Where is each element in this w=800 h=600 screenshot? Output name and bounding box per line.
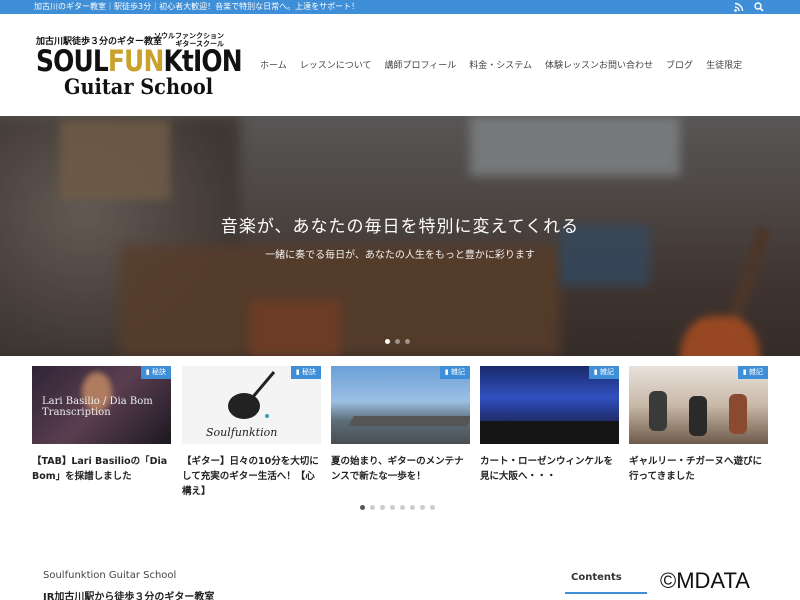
- watermark: ©MDATA: [660, 568, 750, 593]
- hero-subheading: 一緒に奏でる毎日が、あなたの人生をもっと豊かに彩ります: [265, 250, 535, 261]
- top-bar: 加古川のギター教室｜駅徒歩3分｜初心者大歓迎！音楽で特別な日常へ。上達をサポート…: [0, 0, 800, 14]
- rss-icon[interactable]: [734, 2, 744, 12]
- post-thumbnail[interactable]: Soulfunktion ▮ 秘訣: [182, 366, 321, 444]
- post-thumbnail[interactable]: Lari Basilio / Dia Bom Transcription ▮ 秘…: [32, 366, 171, 444]
- nav-item-lessons[interactable]: レッスンについて: [300, 58, 372, 71]
- post-card[interactable]: Soulfunktion ▮ 秘訣 【ギター】日々の10分を大切にして充実のギタ…: [182, 366, 321, 499]
- carousel-dot[interactable]: [430, 505, 435, 510]
- post-card[interactable]: Lari Basilio / Dia Bom Transcription ▮ 秘…: [32, 366, 171, 484]
- badge-label: 秘訣: [152, 368, 166, 376]
- site-name: Soulfunktion Guitar School: [43, 570, 177, 581]
- thumb-road: [348, 416, 470, 426]
- search-icon[interactable]: [754, 2, 764, 12]
- nav-item-trial-contact[interactable]: 体験レッスンお問い合わせ: [545, 58, 653, 71]
- nav-item-pricing[interactable]: 料金・システム: [469, 58, 532, 71]
- nav-item-students[interactable]: 生徒限定: [706, 58, 742, 71]
- logo-brand: SOULFUNKtION: [36, 44, 243, 78]
- post-thumbnail[interactable]: ▮ 雑記: [480, 366, 619, 444]
- nav-item-instructor[interactable]: 講師プロフィール: [384, 58, 456, 71]
- category-badge: ▮ 秘訣: [290, 366, 321, 379]
- hero-dot-1[interactable]: [385, 339, 390, 344]
- post-card[interactable]: ▮ 雑記 カート・ローゼンウィンケルを見に大阪へ・・・: [480, 366, 619, 484]
- post-title[interactable]: 【TAB】Lari Basilioの「Dia Bom」を採譜しました: [32, 454, 171, 484]
- carousel-dot[interactable]: [410, 505, 415, 510]
- post-thumbnail[interactable]: ▮ 雑記: [629, 366, 768, 444]
- site-tagline: 加古川のギター教室｜駅徒歩3分｜初心者大歓迎！音楽で特別な日常へ。上達をサポート…: [34, 2, 360, 11]
- thumb-crowd: [480, 421, 619, 444]
- post-title[interactable]: 夏の始まり、ギターのメンテナンスで新たな一歩を！: [331, 454, 470, 484]
- logo-brand-part-1: SOUL: [36, 44, 109, 78]
- main-nav: ホーム レッスンについて 講師プロフィール 料金・システム 体験レッスンお問い合…: [260, 58, 755, 71]
- badge-label: 雑記: [451, 368, 465, 376]
- badge-label: 雑記: [749, 368, 763, 376]
- carousel-dot[interactable]: [390, 505, 395, 510]
- thumb-text: Soulfunktion: [206, 426, 278, 439]
- carousel-dot[interactable]: [420, 505, 425, 510]
- logo-brand-part-3: KtION: [163, 44, 242, 78]
- carousel-pagination: [360, 505, 435, 510]
- thumb-person-3: [729, 394, 747, 434]
- carousel-dot[interactable]: [400, 505, 405, 510]
- carousel-dot[interactable]: [360, 505, 365, 510]
- hero-pagination: [385, 339, 410, 344]
- post-title[interactable]: ギャルリー・チガーヌへ遊びに行ってきました: [629, 454, 768, 484]
- site-description: JR加古川駅から徒歩３分のギター教室: [43, 592, 215, 600]
- category-badge: ▮ 雑記: [439, 366, 470, 379]
- post-title[interactable]: 【ギター】日々の10分を大切にして充実のギター生活へ！【心構え】: [182, 454, 321, 499]
- topbar-icons: [734, 0, 764, 14]
- hero-dot-2[interactable]: [395, 339, 400, 344]
- contents-heading: Contents: [565, 572, 647, 594]
- category-badge: ▮ 雑記: [737, 366, 768, 379]
- thumb-person-1: [649, 391, 667, 431]
- thumb-person-2: [689, 396, 707, 436]
- nav-item-home[interactable]: ホーム: [260, 58, 287, 71]
- site-header: 加古川駅徒歩３分のギター教室 ソウルファンクション ギタースクール SOULFU…: [0, 14, 800, 116]
- hero-heading: 音楽が、あなたの毎日を特別に変えてくれる: [220, 217, 580, 237]
- category-badge: ▮ 雑記: [588, 366, 619, 379]
- category-badge: ▮ 秘訣: [140, 366, 171, 379]
- site-logo[interactable]: 加古川駅徒歩３分のギター教室 ソウルファンクション ギタースクール SOULFU…: [30, 32, 243, 112]
- hero-dot-3[interactable]: [405, 339, 410, 344]
- post-carousel: Lari Basilio / Dia Bom Transcription ▮ 秘…: [32, 366, 772, 499]
- thumb-text: Lari Basilio / Dia Bom Transcription: [42, 396, 153, 418]
- logo-subtitle: Guitar School: [64, 74, 214, 99]
- badge-label: 秘訣: [302, 368, 316, 376]
- badge-label: 雑記: [600, 368, 614, 376]
- logo-brand-part-2: FUN: [107, 44, 164, 78]
- carousel-dot[interactable]: [380, 505, 385, 510]
- post-card[interactable]: ▮ 雑記 夏の始まり、ギターのメンテナンスで新たな一歩を！: [331, 366, 470, 484]
- guitar-illustration-icon: [228, 371, 276, 419]
- post-thumbnail[interactable]: ▮ 雑記: [331, 366, 470, 444]
- post-card[interactable]: ▮ 雑記 ギャルリー・チガーヌへ遊びに行ってきました: [629, 366, 768, 484]
- carousel-dot[interactable]: [370, 505, 375, 510]
- post-title[interactable]: カート・ローゼンウィンケルを見に大阪へ・・・: [480, 454, 619, 484]
- nav-item-blog[interactable]: ブログ: [666, 58, 693, 71]
- hero-slider[interactable]: 音楽が、あなたの毎日を特別に変えてくれる 一緒に奏でる毎日が、あなたの人生をもっ…: [0, 116, 800, 356]
